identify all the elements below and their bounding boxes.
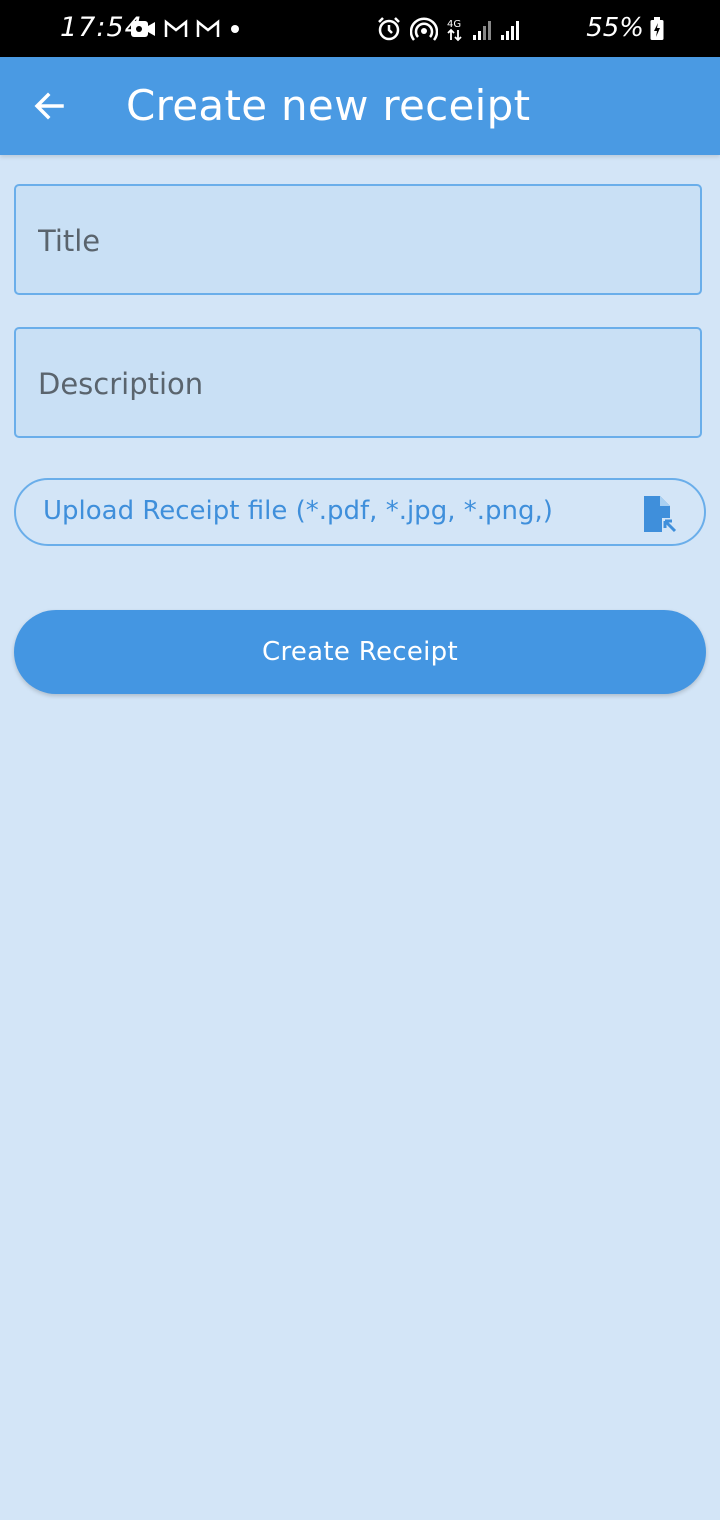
dot-icon xyxy=(231,25,239,33)
signal-icon xyxy=(501,21,519,40)
upload-receipt-label: Upload Receipt file (*.pdf, *.jpg, *.png… xyxy=(43,496,553,526)
description-input[interactable] xyxy=(36,329,680,438)
description-field[interactable] xyxy=(14,327,702,438)
create-receipt-button-label: Create Receipt xyxy=(262,637,458,667)
arrow-left-icon xyxy=(34,92,64,120)
battery-charging-icon xyxy=(650,17,664,40)
video-icon xyxy=(131,21,155,37)
create-receipt-button[interactable]: Create Receipt xyxy=(14,610,706,694)
status-bar: 17:54 4G 55% xyxy=(0,0,720,57)
title-field[interactable] xyxy=(14,184,702,295)
gmail-icon xyxy=(164,19,188,37)
file-upload-icon[interactable] xyxy=(640,494,678,534)
gmail-icon xyxy=(196,19,220,37)
hotspot-icon xyxy=(410,17,438,41)
page-title: Create new receipt xyxy=(126,81,531,130)
network-4g-icon: 4G xyxy=(447,19,462,42)
status-system-icons: 4G xyxy=(376,14,520,44)
title-input[interactable] xyxy=(36,186,680,295)
signal-icon xyxy=(473,21,491,40)
app-bar: Create new receipt xyxy=(0,57,720,155)
battery-percentage: 55% xyxy=(586,13,644,43)
svg-text:4G: 4G xyxy=(447,19,461,30)
upload-receipt-field[interactable]: Upload Receipt file (*.pdf, *.jpg, *.png… xyxy=(14,478,706,546)
back-button[interactable] xyxy=(22,82,76,130)
alarm-icon xyxy=(378,17,400,41)
status-notification-icons xyxy=(130,14,242,44)
